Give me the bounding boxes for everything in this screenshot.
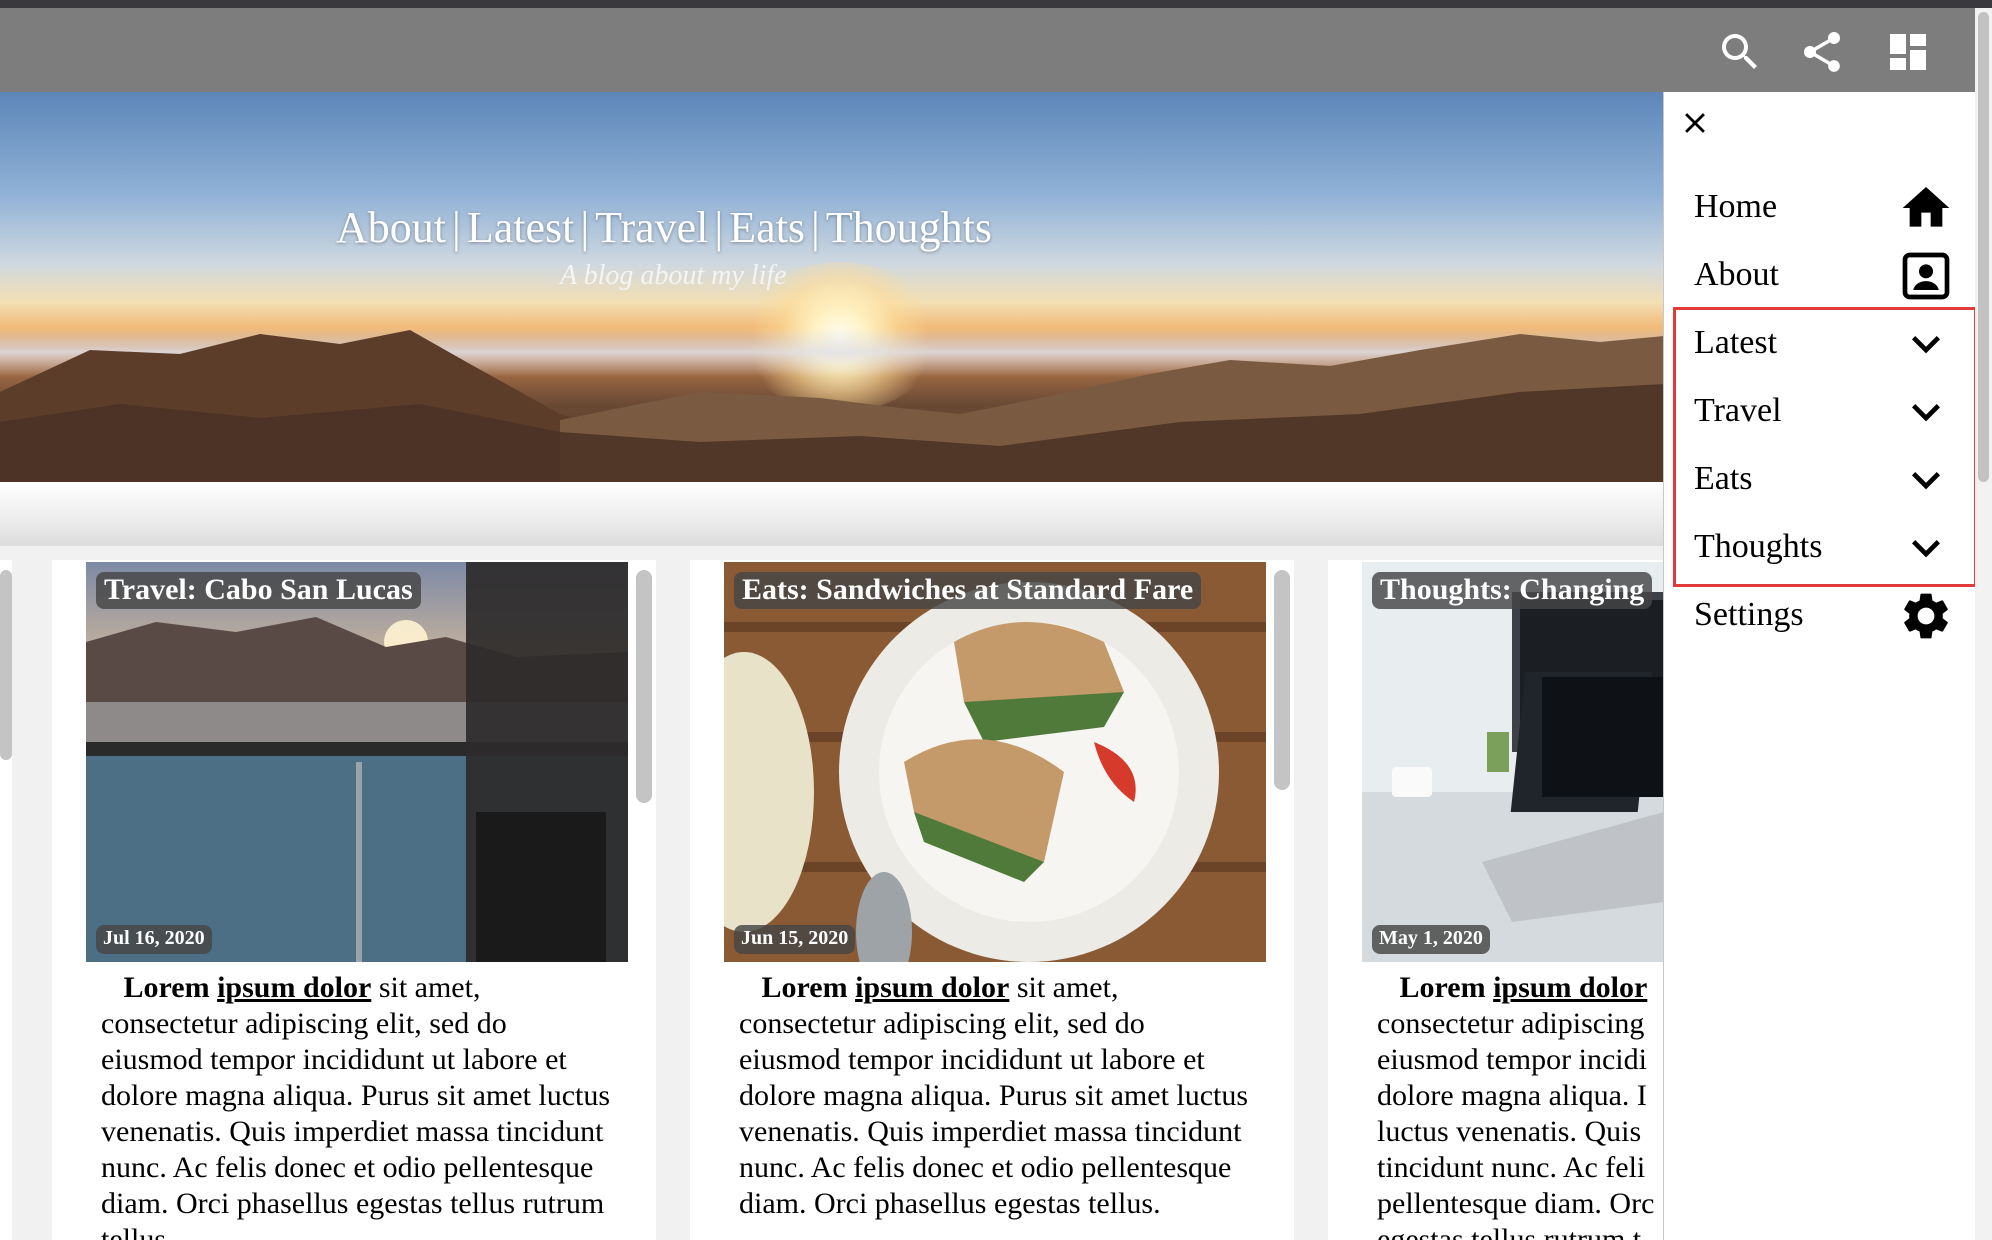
- drawer-item-label: Settings: [1694, 596, 1804, 633]
- post-lead-bold: Lorem: [1399, 971, 1486, 1004]
- post-lead-bold: Lorem: [123, 971, 210, 1004]
- post-text: consectetur adipiscing eiusmod tempor in…: [1377, 1007, 1655, 1240]
- post-lead-link[interactable]: ipsum dolor: [855, 971, 1009, 1004]
- post-lead-bold: Lorem: [761, 971, 848, 1004]
- drawer-item-label: Home: [1694, 188, 1778, 225]
- post-lead-link[interactable]: ipsum dolor: [1493, 971, 1647, 1004]
- hero-nav-travel[interactable]: Travel: [595, 203, 708, 252]
- drawer-item-settings[interactable]: Settings: [1694, 588, 1964, 644]
- home-icon: [1902, 187, 1950, 227]
- hero-nav-separator: |: [580, 203, 590, 252]
- search-icon[interactable]: [1716, 28, 1764, 76]
- post-card[interactable]: Travel: Cabo San Lucas Jul 16, 2020 Lore…: [86, 562, 628, 1240]
- drawer-item-about[interactable]: About: [1694, 248, 1964, 304]
- content-divider-band: [0, 482, 1664, 546]
- post-text: sit amet, consectetur adipiscing elit, s…: [739, 971, 1249, 1220]
- post-date: Jul 16, 2020: [96, 925, 212, 954]
- hero-nav-separator: |: [452, 203, 461, 252]
- share-icon[interactable]: [1798, 28, 1846, 76]
- post-card[interactable]: Eats: Sandwiches at Standard Fare Jun 15…: [724, 562, 1266, 1240]
- post-date: May 1, 2020: [1372, 925, 1490, 954]
- highlight-box: [1673, 307, 1977, 587]
- hero-subtitle: A blog about my life: [560, 260, 787, 291]
- page-scrollbar-thumb[interactable]: [1978, 12, 1989, 482]
- dashboard-icon[interactable]: [1884, 28, 1932, 76]
- drawer-item-home[interactable]: Home: [1694, 180, 1964, 236]
- drawer-item-label: About: [1694, 256, 1779, 293]
- hero-nav-about[interactable]: About: [336, 203, 446, 252]
- post-card[interactable]: Thoughts: Changing May 1, 2020 Lorem ips…: [1362, 562, 1664, 1240]
- post-photo-thoughts[interactable]: Thoughts: Changing May 1, 2020: [1362, 562, 1664, 962]
- post-excerpt: Lorem ipsum dolor consectetur adipiscing…: [1377, 970, 1664, 1240]
- post-lead-link[interactable]: ipsum dolor: [217, 971, 371, 1004]
- post-category-tag: Thoughts: Changing: [1372, 572, 1653, 609]
- window-top-strip: [0, 0, 1992, 8]
- hero-nav-latest[interactable]: Latest: [467, 203, 575, 252]
- card-scrollbar[interactable]: [636, 570, 652, 803]
- nav-drawer: Home About Latest Travel Eats Thoughts S…: [1663, 92, 1976, 1240]
- gear-icon: [1904, 593, 1948, 639]
- post-text: sit amet, consectetur adipiscing elit, s…: [101, 971, 611, 1240]
- hero-nav-thoughts[interactable]: Thoughts: [826, 203, 992, 252]
- post-category-tag: Eats: Sandwiches at Standard Fare: [734, 572, 1202, 609]
- post-photo-eats[interactable]: Eats: Sandwiches at Standard Fare Jun 15…: [724, 562, 1266, 962]
- hero-mountains: [0, 330, 1664, 482]
- hero-nav-separator: |: [810, 203, 820, 252]
- post-excerpt: Lorem ipsum dolor sit amet, consectetur …: [739, 970, 1249, 1222]
- hero-nav-separator: |: [714, 203, 724, 252]
- card-scrollbar[interactable]: [0, 570, 12, 760]
- top-toolbar: [0, 8, 1975, 92]
- close-icon[interactable]: [1678, 106, 1712, 140]
- hero-banner: About | Latest | Travel | Eats | Thoughts A blog…: [0, 92, 1664, 482]
- hero-nav-eats[interactable]: Eats: [729, 203, 805, 252]
- card-scrollbar[interactable]: [1274, 570, 1290, 790]
- contact-icon: [1902, 252, 1950, 300]
- post-photo-travel[interactable]: Travel: Cabo San Lucas Jul 16, 2020: [86, 562, 628, 962]
- post-excerpt: Lorem ipsum dolor sit amet, consectetur …: [101, 970, 611, 1240]
- hero-nav: About | Latest | Travel | Eats | Thoughts: [336, 202, 992, 253]
- page-scrollbar[interactable]: [1975, 8, 1992, 1240]
- post-date: Jun 15, 2020: [734, 925, 856, 954]
- post-category-tag: Travel: Cabo San Lucas: [96, 572, 421, 609]
